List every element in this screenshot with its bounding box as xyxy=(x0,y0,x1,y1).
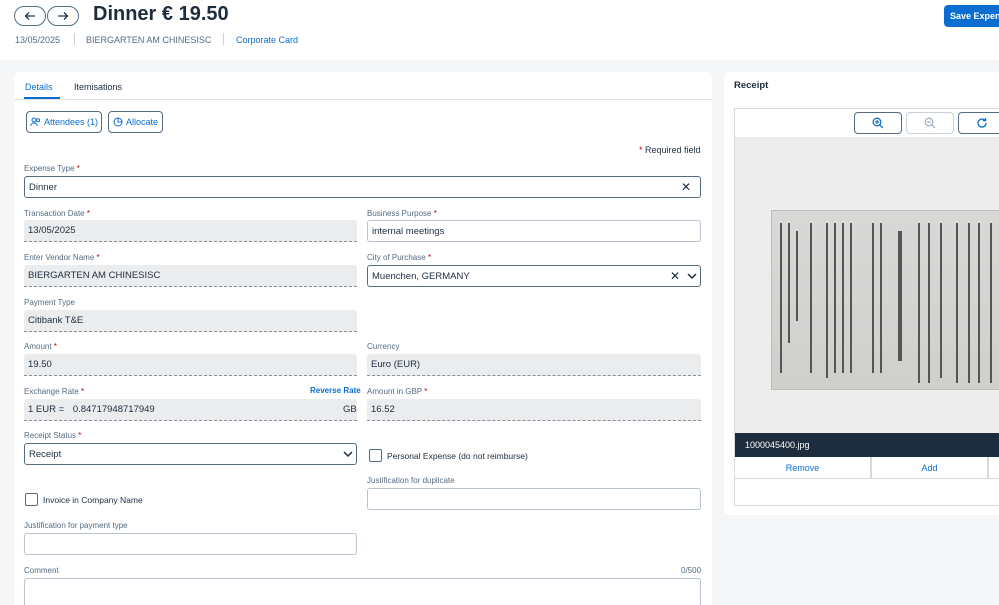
rotate-icon xyxy=(977,118,987,128)
invoice-company-checkbox[interactable] xyxy=(25,493,38,506)
exchange-rate-value: 0.84717948717949 xyxy=(72,404,155,415)
exchange-rate-field: 1 EUR = 0.84717948717949 GBP xyxy=(24,399,357,421)
allocate-button[interactable]: Allocate xyxy=(108,111,163,133)
back-button[interactable] xyxy=(14,6,46,26)
currency-label: Currency xyxy=(367,342,400,351)
attendees-button[interactable]: Attendees (1) xyxy=(26,111,102,133)
divider xyxy=(74,33,75,45)
receipt-panel-title: Receipt xyxy=(734,80,769,91)
comment-label: Comment xyxy=(24,566,59,575)
justification-payment-input[interactable] xyxy=(24,533,357,555)
receipt-photo xyxy=(771,210,999,390)
allocate-icon xyxy=(113,117,123,127)
city-select[interactable]: Muenchen, GERMANY ✕ xyxy=(367,265,701,287)
rotate-button[interactable] xyxy=(958,112,999,134)
divider xyxy=(14,99,712,100)
required-field-note: * Required field xyxy=(639,145,701,155)
receipt-image-area xyxy=(735,137,999,462)
arrow-right-icon xyxy=(58,12,69,20)
comment-textarea[interactable] xyxy=(24,578,701,605)
amount-gbp-field: 16.52 xyxy=(367,399,701,421)
personal-expense-label: Personal Expense (do not reimburse) xyxy=(387,451,528,461)
clear-icon[interactable]: ✕ xyxy=(681,180,691,194)
personal-expense-checkbox[interactable] xyxy=(369,449,382,462)
zoom-out-icon xyxy=(924,117,936,129)
zoom-in-icon xyxy=(872,117,884,129)
tab-itemisations[interactable]: Itemisations xyxy=(74,82,122,92)
attendees-label: Attendees (1) xyxy=(43,117,99,127)
clear-icon[interactable]: ✕ xyxy=(670,269,680,283)
chevron-down-icon[interactable] xyxy=(686,271,698,281)
expense-type-value: Dinner xyxy=(29,182,57,193)
add-receipt-button[interactable]: Add xyxy=(871,457,988,479)
receipt-status-label: Receipt Status * xyxy=(24,431,82,440)
vendor-name-field: BIERGARTEN AM CHINESISC xyxy=(24,265,357,287)
expense-type-select[interactable]: Dinner ✕ xyxy=(24,176,701,198)
receipt-viewer: 1000045400.jpg Remove Add xyxy=(734,108,999,506)
payment-type-label: Payment Type xyxy=(24,298,75,307)
amount-gbp-label: Amount in GBP * xyxy=(367,387,428,396)
vendor-name-label: Enter Vendor Name * xyxy=(24,253,100,262)
zoom-out-button[interactable] xyxy=(906,112,954,134)
business-purpose-label: Business Purpose * xyxy=(367,209,437,218)
exchange-rate-prefix: 1 EUR = xyxy=(28,404,65,415)
transaction-date-label: Transaction Date * xyxy=(24,209,90,218)
header-vendor: BIERGARTEN AM CHINESISC xyxy=(86,35,212,45)
zoom-in-button[interactable] xyxy=(854,112,902,134)
header-date: 13/05/2025 xyxy=(15,35,61,45)
forward-button[interactable] xyxy=(47,6,79,26)
tab-details[interactable]: Details xyxy=(25,82,53,92)
comment-counter: 0/500 xyxy=(681,566,702,575)
receipt-more-button[interactable] xyxy=(988,457,999,479)
receipt-status-select[interactable]: Receipt xyxy=(24,443,357,465)
exchange-rate-label: Exchange Rate * xyxy=(24,387,85,396)
chevron-down-icon[interactable] xyxy=(698,182,701,192)
payment-type-field: Citibank T&E xyxy=(24,310,357,332)
page-header: Dinner € 19.50 13/05/2025 BIERGARTEN AM … xyxy=(0,0,999,60)
expense-type-label: Expense Type * xyxy=(24,164,80,173)
amount-field: 19.50 xyxy=(24,354,357,376)
justification-payment-label: Justification for payment type xyxy=(24,521,128,530)
save-expense-button[interactable]: Save Expense xyxy=(944,5,999,27)
payment-method-link[interactable]: Corporate Card xyxy=(236,35,298,45)
receipt-status-value: Receipt xyxy=(29,449,62,460)
business-purpose-input[interactable]: internal meetings xyxy=(367,220,701,242)
chevron-down-icon[interactable] xyxy=(342,449,354,459)
exchange-rate-suffix: GBP xyxy=(343,404,357,415)
justification-duplicate-input[interactable] xyxy=(367,488,701,510)
transaction-date-field: 13/05/2025 xyxy=(24,220,357,242)
remove-receipt-button[interactable]: Remove xyxy=(734,457,871,479)
city-value: Muenchen, GERMANY xyxy=(372,271,470,282)
currency-field: Euro (EUR) xyxy=(367,354,701,376)
receipt-file-name: 1000045400.jpg xyxy=(735,433,999,457)
invoice-company-label: Invoice in Company Name xyxy=(43,495,143,505)
amount-label: Amount * xyxy=(24,342,57,351)
required-star: * xyxy=(639,145,643,155)
city-label: City of Purchase * xyxy=(367,253,432,262)
details-card: Details Itemisations Attendees (1) Alloc… xyxy=(14,72,712,605)
divider xyxy=(223,33,224,45)
receipt-panel: Receipt 1000045400.jpg Remove Add xyxy=(724,72,999,515)
arrow-left-icon xyxy=(24,12,35,20)
attendees-icon xyxy=(30,117,40,127)
page-title: Dinner € 19.50 xyxy=(93,3,229,25)
justification-duplicate-label: Justification for duplicate xyxy=(367,476,455,485)
reverse-rate-link[interactable]: Reverse Rate xyxy=(310,386,361,395)
allocate-label: Allocate xyxy=(125,117,159,127)
